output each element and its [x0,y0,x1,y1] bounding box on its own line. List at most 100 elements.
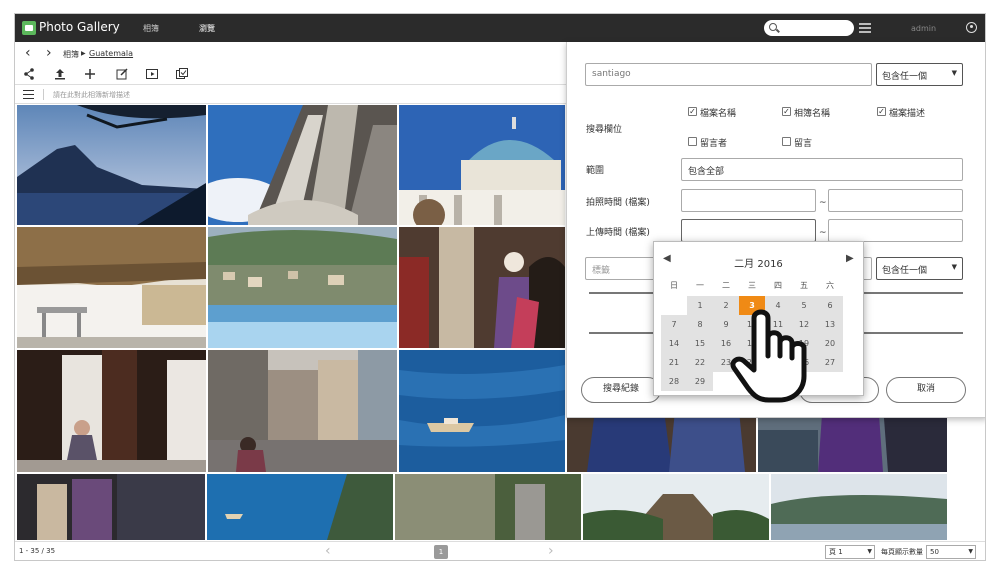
tag-match-value: 包含任一個 [882,266,928,276]
weekday-label: 一 [696,281,704,290]
weekday-label: 六 [826,281,834,290]
calendar-day[interactable]: 21 [661,353,687,372]
search-icon [769,23,777,31]
add-icon[interactable] [83,67,97,81]
cancel-button[interactable]: 取消 [886,377,966,403]
per-page-label: 每頁顯示數量 [881,548,923,556]
range-separator: ~ [819,198,827,208]
share-icon[interactable] [22,67,36,81]
breadcrumb-separator-icon: ▶ [81,50,86,57]
calendar-day[interactable]: 28 [661,372,687,391]
hamburger-icon[interactable] [23,90,34,99]
scope-field[interactable]: 包含全部 [681,158,963,181]
upload-time-end-field[interactable] [828,219,963,242]
photo-tile[interactable] [208,227,397,348]
breadcrumb-current[interactable]: Guatemala [89,49,133,58]
photo-tile[interactable] [395,474,581,540]
prev-page-icon[interactable]: ‹ [325,543,331,559]
tag-match-select[interactable]: 包含任一個 ▼ [876,257,963,280]
checkbox-album-name[interactable]: ✓ 相簿名稱 [782,106,830,119]
photo-tile[interactable] [17,105,206,225]
upload-time-start-field[interactable] [681,219,816,242]
next-page-icon[interactable]: › [548,543,554,559]
list-menu-icon[interactable] [859,23,871,33]
calendar-month-label: 二月 2016 [734,259,783,270]
keyword-match-value: 包含任一個 [882,72,928,82]
dropdown-caret-icon: ▼ [968,548,973,555]
breadcrumb-bar: ‹ › 相簿 ▶ Guatemala [15,42,566,64]
calendar-day[interactable]: 6 [817,296,843,315]
range-separator: ~ [819,228,827,238]
photo-tile[interactable] [207,474,393,540]
checkbox-label: 檔案名稱 [700,109,737,119]
next-month-icon[interactable]: ▶ [846,253,854,264]
checkbox-commenter[interactable]: 留言者 [688,136,727,149]
scope-label: 範圍 [586,166,605,176]
calendar-day[interactable]: 22 [687,353,713,372]
photo-tile[interactable] [208,105,397,225]
weekday-label: 二 [722,281,730,290]
search-input[interactable] [780,21,850,35]
pointer-hand-icon [730,309,807,403]
photo-tile[interactable] [583,474,769,540]
checkbox-checked-icon: ✓ [688,107,697,116]
toolbar [15,64,566,84]
checkbox-label: 相簿名稱 [794,109,831,119]
calendar-day[interactable]: 7 [661,315,687,334]
checkbox-unchecked-icon [782,137,791,146]
photo-tile[interactable] [17,350,206,472]
photo-tile[interactable] [399,105,565,225]
back-arrow-icon[interactable]: ‹ [25,46,31,60]
checkbox-file-description[interactable]: ✓ 檔案描述 [877,106,925,119]
logo-icon [22,21,36,35]
nav-browse[interactable]: 瀏覽 [199,23,215,34]
keyword-match-select[interactable]: 包含任一個 ▼ [876,63,963,86]
dropdown-caret-icon: ▼ [951,69,957,77]
per-page-select[interactable]: 50 ▼ [926,545,976,559]
calendar-day[interactable]: 14 [661,334,687,353]
user-name: admin [911,24,937,33]
search-history-button[interactable]: 搜尋紀錄 [581,377,661,403]
checkbox-comment[interactable]: 留言 [782,136,812,149]
user-icon[interactable] [966,22,977,33]
checkbox-unchecked-icon [688,137,697,146]
weekday-label: 日 [670,281,678,290]
page-select[interactable]: 頁 1 ▼ [825,545,875,559]
shot-time-label: 拍照時間 (檔案) [586,198,650,208]
photo-tile[interactable] [17,227,206,348]
calendar-day[interactable]: 8 [687,315,713,334]
nav-albums[interactable]: 相簿 [143,23,159,34]
forward-arrow-icon[interactable]: › [46,46,52,60]
keyword-field[interactable]: santiago [585,63,872,86]
calendar-day[interactable]: 29 [687,372,713,391]
photo-tile[interactable] [399,350,565,472]
shot-time-end-field[interactable] [828,189,963,212]
photo-tile[interactable] [208,350,397,472]
calendar-day[interactable]: 20 [817,334,843,353]
photo-count: 1 - 35 / 35 [19,547,56,555]
photo-tile[interactable] [771,474,947,540]
search-box[interactable] [764,20,854,36]
upload-time-label: 上傳時間 (檔案) [586,228,650,238]
status-bar: 1 - 35 / 35 ‹ 1 › 頁 1 ▼ 每頁顯示數量 50 ▼ [15,541,985,560]
breadcrumb-root[interactable]: 相簿 [63,49,79,60]
checkbox-checked-icon: ✓ [877,107,886,116]
select-icon[interactable] [175,67,189,81]
photo-tile[interactable] [17,474,205,540]
checkbox-label: 留言者 [700,139,728,149]
page-number[interactable]: 1 [434,545,448,559]
calendar-day[interactable]: 13 [817,315,843,334]
checkbox-filename[interactable]: ✓ 檔案名稱 [688,106,736,119]
add-description-link[interactable]: 請在此對此相簿新增描述 [53,90,130,100]
calendar-day[interactable]: 15 [687,334,713,353]
top-bar: Photo Gallery 相簿 瀏覽 admin [15,14,985,42]
page-select-value: 頁 1 [829,548,843,556]
upload-icon[interactable] [53,67,67,81]
calendar-day[interactable]: 1 [687,296,713,315]
shot-time-start-field[interactable] [681,189,816,212]
edit-icon[interactable] [115,67,129,81]
calendar-day[interactable]: 27 [817,353,843,372]
slideshow-icon[interactable] [145,67,159,81]
divider [43,89,44,100]
photo-tile[interactable] [399,227,565,348]
